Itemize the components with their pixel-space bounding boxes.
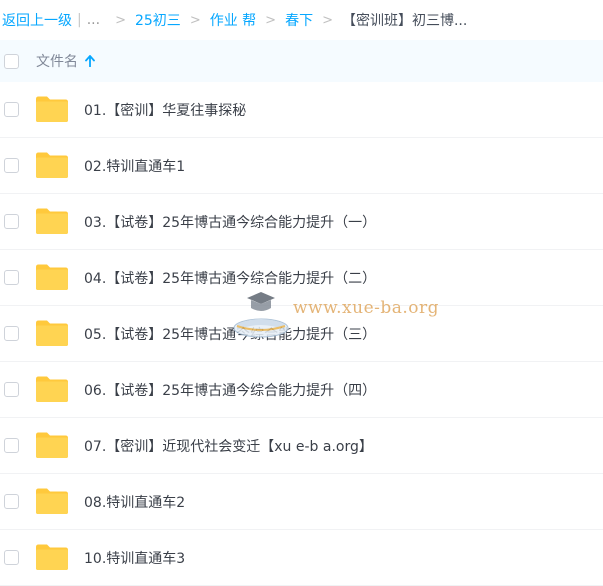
row-checkbox[interactable] <box>4 550 19 565</box>
row-checkbox[interactable] <box>4 158 19 173</box>
breadcrumb-item[interactable]: 作业 帮 <box>210 10 256 30</box>
column-label: 文件名 <box>36 54 78 70</box>
file-row[interactable]: 10.特训直通车3 <box>0 530 603 586</box>
select-all-checkbox[interactable] <box>4 53 19 69</box>
breadcrumb-ellipsis[interactable]: ... <box>87 12 100 28</box>
file-name[interactable]: 08.特训直通车2 <box>84 492 185 512</box>
file-row[interactable]: 05.【试卷】25年博古通今综合能力提升（三） <box>0 306 603 362</box>
breadcrumb-divider: | <box>77 12 82 28</box>
row-checkbox[interactable] <box>4 326 19 341</box>
arrow-up-icon <box>85 55 95 67</box>
row-checkbox[interactable] <box>4 270 19 285</box>
chevron-right-icon: > <box>265 12 277 28</box>
chevron-right-icon: > <box>322 12 333 28</box>
file-list-header: 文件名 <box>0 40 603 82</box>
folder-icon <box>36 544 68 570</box>
file-name[interactable]: 01.【密训】华夏往事探秘 <box>84 100 246 120</box>
row-checkbox[interactable] <box>4 438 19 453</box>
file-row[interactable]: 03.【试卷】25年博古通今综合能力提升（一） <box>0 194 603 250</box>
folder-icon <box>36 376 68 402</box>
breadcrumb: 返回上一级 | ... > 25初三 > 作业 帮 > 春下 > 【密训班】初三… <box>0 0 603 40</box>
folder-icon <box>36 152 68 178</box>
breadcrumb-item[interactable]: 春下 <box>285 10 313 30</box>
folder-icon <box>36 96 68 122</box>
breadcrumb-item[interactable]: 25初三 <box>135 10 181 30</box>
folder-icon <box>36 208 68 234</box>
folder-icon <box>36 488 68 514</box>
folder-icon <box>36 264 68 290</box>
file-name[interactable]: 07.【密训】近现代社会变迁【xu e-b a.org】 <box>84 436 373 456</box>
file-name[interactable]: 06.【试卷】25年博古通今综合能力提升（四） <box>84 380 376 400</box>
row-checkbox[interactable] <box>4 494 19 509</box>
breadcrumb-current: 【密训班】初三博... <box>341 13 468 29</box>
chevron-right-icon: > <box>189 12 201 28</box>
back-link[interactable]: 返回上一级 <box>2 10 72 30</box>
file-row[interactable]: 02.特训直通车1 <box>0 138 603 194</box>
file-name[interactable]: 03.【试卷】25年博古通今综合能力提升（一） <box>84 212 376 232</box>
file-name[interactable]: 02.特训直通车1 <box>84 156 185 176</box>
file-name[interactable]: 05.【试卷】25年博古通今综合能力提升（三） <box>84 324 376 344</box>
file-name[interactable]: 04.【试卷】25年博古通今综合能力提升（二） <box>84 268 376 288</box>
file-row[interactable]: 08.特训直通车2 <box>0 474 603 530</box>
folder-icon <box>36 432 68 458</box>
chevron-right-icon: > <box>115 12 126 28</box>
row-checkbox[interactable] <box>4 102 19 117</box>
row-checkbox[interactable] <box>4 214 19 229</box>
file-row[interactable]: 06.【试卷】25年博古通今综合能力提升（四） <box>0 362 603 418</box>
file-row[interactable]: 04.【试卷】25年博古通今综合能力提升（二） <box>0 250 603 306</box>
row-checkbox[interactable] <box>4 382 19 397</box>
sort-by-filename[interactable]: 文件名 <box>36 51 95 71</box>
file-name[interactable]: 10.特训直通车3 <box>84 548 185 568</box>
file-row[interactable]: 01.【密训】华夏往事探秘 <box>0 82 603 138</box>
folder-icon <box>36 320 68 346</box>
file-list: 01.【密训】华夏往事探秘 02.特训直通车1 03.【试卷】25年博古通今综合能力… <box>0 82 603 586</box>
file-row[interactable]: 07.【密训】近现代社会变迁【xu e-b a.org】 <box>0 418 603 474</box>
